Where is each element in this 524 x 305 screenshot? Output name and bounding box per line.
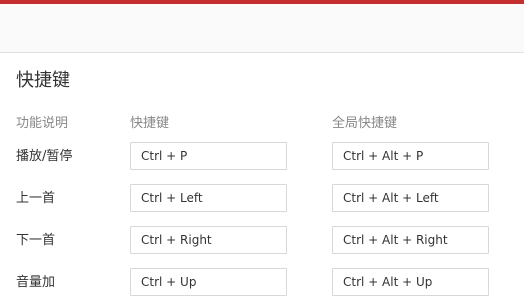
- row-label: 上一首: [16, 191, 56, 206]
- shortcut-row-previous: 上一首 Ctrl + Left Ctrl + Alt + Left: [0, 184, 524, 214]
- column-header-function: 功能说明: [16, 116, 69, 131]
- shortcut-input-previous[interactable]: Ctrl + Left: [130, 184, 287, 212]
- global-shortcut-input-volume-up[interactable]: Ctrl + Alt + Up: [332, 268, 489, 296]
- column-header-global-shortcut: 全局快捷键: [332, 116, 398, 131]
- global-shortcut-input-previous[interactable]: Ctrl + Alt + Left: [332, 184, 489, 212]
- window-top-bar: [0, 4, 524, 53]
- global-shortcut-input-play-pause[interactable]: Ctrl + Alt + P: [332, 142, 489, 170]
- row-label: 播放/暂停: [16, 149, 73, 164]
- column-header-shortcut: 快捷键: [130, 116, 170, 131]
- shortcut-row-next: 下一首 Ctrl + Right Ctrl + Alt + Right: [0, 226, 524, 256]
- shortcut-input-volume-up[interactable]: Ctrl + Up: [130, 268, 287, 296]
- shortcut-row-volume-up: 音量加 Ctrl + Up Ctrl + Alt + Up: [0, 268, 524, 298]
- shortcut-input-next[interactable]: Ctrl + Right: [130, 226, 287, 254]
- row-label: 下一首: [16, 233, 56, 248]
- section-title: 快捷键: [16, 70, 70, 91]
- shortcut-input-play-pause[interactable]: Ctrl + P: [130, 142, 287, 170]
- shortcut-row-play-pause: 播放/暂停 Ctrl + P Ctrl + Alt + P: [0, 142, 524, 172]
- global-shortcut-input-next[interactable]: Ctrl + Alt + Right: [332, 226, 489, 254]
- settings-panel: 快捷键 功能说明 快捷键 全局快捷键 播放/暂停 Ctrl + P Ctrl +…: [0, 53, 524, 305]
- row-label: 音量加: [16, 275, 56, 290]
